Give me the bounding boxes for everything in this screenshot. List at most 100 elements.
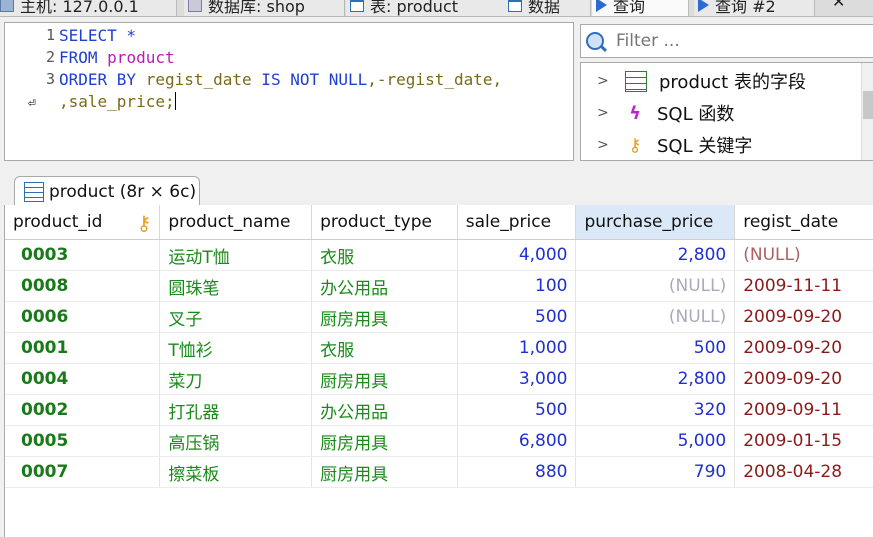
play-icon xyxy=(698,0,709,12)
cell-regist-date[interactable]: 2009-09-20 xyxy=(734,363,873,395)
column-header-product-name[interactable]: product_name xyxy=(159,205,313,240)
result-tab[interactable]: product (8r × 6c) xyxy=(14,176,200,207)
cell-product-name[interactable]: 打孔器 xyxy=(159,394,313,426)
cell-product-id[interactable]: 0001 xyxy=(5,332,161,364)
cell-sale-price[interactable]: 6,800 xyxy=(457,425,577,457)
cell-product-id[interactable]: 0003 xyxy=(5,239,161,271)
search-icon xyxy=(586,32,604,50)
cell-sale-price[interactable]: 1,000 xyxy=(457,332,577,364)
cell-purchase-price[interactable]: 2,800 xyxy=(575,239,736,271)
header-label: product_name xyxy=(168,212,291,232)
cell-product-name[interactable]: 擦菜板 xyxy=(159,456,313,488)
tree-item-label: SQL 函数 xyxy=(657,104,735,125)
column-header-product-type[interactable]: product_type xyxy=(311,205,458,240)
cell-regist-date[interactable]: 2009-09-20 xyxy=(734,332,873,364)
tree-item-table-fields[interactable]: > product 表的字段 xyxy=(581,67,806,95)
cell-regist-date[interactable]: 2009-09-20 xyxy=(734,301,873,333)
tree-item-sql-keywords[interactable]: > ⚷ SQL 关键字 xyxy=(581,131,752,159)
cell-product-id[interactable]: 0002 xyxy=(5,394,161,426)
result-grid[interactable]: product_id ⚷ product_name product_type sa… xyxy=(4,205,873,537)
cell-regist-date[interactable]: 2009-01-15 xyxy=(734,425,873,457)
cell-product-type[interactable]: 办公用品 xyxy=(311,270,458,302)
cell-product-id[interactable]: 0008 xyxy=(5,270,161,302)
cell-product-type[interactable]: 衣服 xyxy=(311,332,458,364)
cell-purchase-price[interactable]: (NULL) xyxy=(575,301,736,333)
sql-editor[interactable]: 1 2 3 ⏎ SELECT * FROM product ORDER BY r… xyxy=(4,22,574,161)
table-row[interactable]: 0005 高压锅 厨房用具 6,800 5,000 2009-01-15 xyxy=(5,425,873,457)
tab-table[interactable]: 表: product xyxy=(346,0,505,16)
cell-product-type[interactable]: 办公用品 xyxy=(311,394,458,426)
cell-purchase-price[interactable]: 320 xyxy=(575,394,736,426)
tab-data[interactable]: 数据 xyxy=(504,0,591,16)
cell-regist-date[interactable]: 2009-09-11 xyxy=(734,394,873,426)
header-label: product_type xyxy=(320,212,432,232)
table-row[interactable]: 0007 擦菜板 厨房用具 880 790 2008-04-28 xyxy=(5,456,873,488)
cell-sale-price[interactable]: 500 xyxy=(457,301,577,333)
column-header-product-id[interactable]: product_id ⚷ xyxy=(5,205,161,240)
line-number: 1 xyxy=(45,26,55,44)
cell-sale-price[interactable]: 3,000 xyxy=(457,363,577,395)
table-row[interactable]: 0002 打孔器 办公用品 500 320 2009-09-11 xyxy=(5,394,873,426)
cell-product-id[interactable]: 0005 xyxy=(5,425,161,457)
cell-product-name[interactable]: 菜刀 xyxy=(159,363,313,395)
cell-sale-price[interactable]: 500 xyxy=(457,394,577,426)
key-icon: ⚷ xyxy=(628,134,642,156)
table-row[interactable]: 0004 菜刀 厨房用具 3,000 2,800 2009-09-20 xyxy=(5,363,873,395)
cell-product-id[interactable]: 0006 xyxy=(5,301,161,333)
cell-product-type[interactable]: 衣服 xyxy=(311,239,458,271)
scrollbar-thumb[interactable] xyxy=(863,91,873,119)
tree-item-label: product 表的字段 xyxy=(659,72,806,93)
tab-label: 主机: 127.0.0.1 xyxy=(20,0,139,16)
cell-product-type[interactable]: 厨房用具 xyxy=(311,301,458,333)
cell-regist-date[interactable]: (NULL) xyxy=(734,239,873,271)
table-icon xyxy=(508,0,522,12)
cell-product-type[interactable]: 厨房用具 xyxy=(311,425,458,457)
sql-keyword: ORDER BY xyxy=(59,70,146,89)
function-icon: ϟ xyxy=(629,102,641,124)
cell-purchase-price[interactable]: 5,000 xyxy=(575,425,736,457)
cell-purchase-price[interactable]: 790 xyxy=(575,456,736,488)
filter-input[interactable] xyxy=(614,30,848,52)
header-label: purchase_price xyxy=(584,212,714,232)
table-row[interactable]: 0008 圆珠笔 办公用品 100 (NULL) 2009-11-11 xyxy=(5,270,873,302)
cell-product-type[interactable]: 厨房用具 xyxy=(311,456,458,488)
cell-product-name[interactable]: 运动T恤 xyxy=(159,239,313,271)
cell-regist-date[interactable]: 2008-04-28 xyxy=(734,456,873,488)
column-header-sale-price[interactable]: sale_price xyxy=(457,205,577,240)
cell-purchase-price[interactable]: 2,800 xyxy=(575,363,736,395)
column-header-regist-date[interactable]: regist_date xyxy=(734,205,873,240)
tab-database[interactable]: 数据库: shop xyxy=(184,0,345,16)
cell-product-name[interactable]: 圆珠笔 xyxy=(159,270,313,302)
cell-product-name[interactable]: 高压锅 xyxy=(159,425,313,457)
chevron-right-icon[interactable]: > xyxy=(597,137,611,153)
cell-product-id[interactable]: 0007 xyxy=(5,456,161,488)
chevron-right-icon[interactable]: > xyxy=(597,73,611,89)
cell-purchase-price[interactable]: (NULL) xyxy=(575,270,736,302)
cell-sale-price[interactable]: 100 xyxy=(457,270,577,302)
cell-sale-price[interactable]: 4,000 xyxy=(457,239,577,271)
table-icon xyxy=(350,0,364,12)
table-row[interactable]: 0001 T恤衫 衣服 1,000 500 2009-09-20 xyxy=(5,332,873,364)
chevron-right-icon[interactable]: > xyxy=(597,105,611,121)
splitter[interactable] xyxy=(0,161,873,175)
cell-product-name[interactable]: T恤衫 xyxy=(159,332,313,364)
filter-box xyxy=(580,24,873,58)
cell-purchase-price[interactable]: 500 xyxy=(575,332,736,364)
vertical-scrollbar[interactable] xyxy=(861,63,873,160)
table-row[interactable]: 0006 叉子 厨房用具 500 (NULL) 2009-09-20 xyxy=(5,301,873,333)
tree-item-sql-functions[interactable]: > ϟ SQL 函数 xyxy=(581,99,734,127)
tab-query-2[interactable]: 查询 #2 xyxy=(694,0,815,16)
cell-sale-price[interactable]: 880 xyxy=(457,456,577,488)
column-header-purchase-price[interactable]: purchase_price xyxy=(575,205,736,240)
close-icon[interactable]: ✕ xyxy=(832,0,845,11)
table-row[interactable]: 0003 运动T恤 衣服 4,000 2,800 (NULL) xyxy=(5,239,873,271)
cell-product-name[interactable]: 叉子 xyxy=(159,301,313,333)
header-label: regist_date xyxy=(743,212,839,232)
cell-product-type[interactable]: 厨房用具 xyxy=(311,363,458,395)
cell-product-id[interactable]: 0004 xyxy=(5,363,161,395)
cell-regist-date[interactable]: 2009-11-11 xyxy=(734,270,873,302)
document-tab-bar: 主机: 127.0.0.1 数据库: shop 表: product 数据 查询… xyxy=(0,0,873,17)
line-number: 3 xyxy=(45,70,55,88)
tab-query[interactable]: 查询 xyxy=(592,0,689,16)
tab-host[interactable]: 主机: 127.0.0.1 xyxy=(0,0,177,16)
